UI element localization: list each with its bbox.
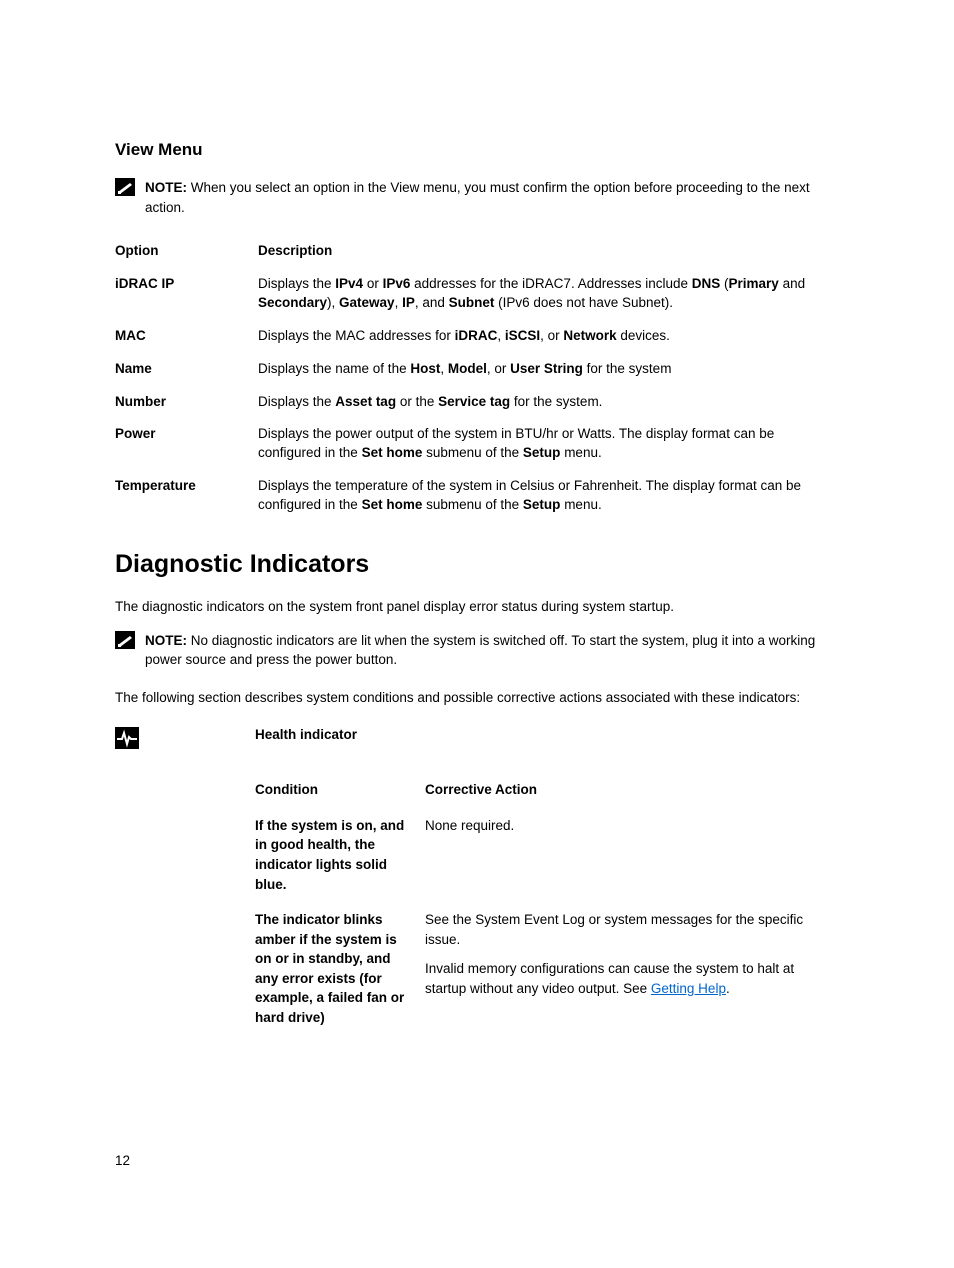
action-paragraph: None required. xyxy=(425,816,829,836)
condition-cell: If the system is on, and in good health,… xyxy=(255,808,425,902)
option-cell: Number xyxy=(115,386,258,419)
table-header-description: Description xyxy=(258,235,839,268)
description-cell: Displays the IPv4 or IPv6 addresses for … xyxy=(258,268,839,320)
table-row: iDRAC IPDisplays the IPv4 or IPv6 addres… xyxy=(115,268,839,320)
condition-table: Condition Corrective Action If the syste… xyxy=(255,772,839,1035)
diag-intro-paragraph: The diagnostic indicators on the system … xyxy=(115,597,839,617)
view-menu-table: Option Description iDRAC IPDisplays the … xyxy=(115,235,839,522)
table-row: NumberDisplays the Asset tag or the Serv… xyxy=(115,386,839,419)
section-title-diagnostic: Diagnostic Indicators xyxy=(115,550,839,579)
note-block: NOTE: When you select an option in the V… xyxy=(115,178,839,217)
health-indicator-title: Health indicator xyxy=(255,727,839,742)
table-row: MACDisplays the MAC addresses for iDRAC,… xyxy=(115,320,839,353)
description-cell: Displays the MAC addresses for iDRAC, iS… xyxy=(258,320,839,353)
option-cell: MAC xyxy=(115,320,258,353)
table-header-condition: Condition xyxy=(255,772,425,808)
description-cell: Displays the temperature of the system i… xyxy=(258,470,839,522)
note-text: NOTE: No diagnostic indicators are lit w… xyxy=(145,631,839,670)
table-header-option: Option xyxy=(115,235,258,268)
option-cell: Power xyxy=(115,418,258,470)
action-cell: See the System Event Log or system messa… xyxy=(425,902,839,1035)
action-paragraph: Invalid memory configurations can cause … xyxy=(425,959,829,998)
condition-cell: The indicator blinks amber if the system… xyxy=(255,902,425,1035)
option-cell: Temperature xyxy=(115,470,258,522)
option-cell: Name xyxy=(115,353,258,386)
note-body: When you select an option in the View me… xyxy=(145,180,810,215)
option-cell: iDRAC IP xyxy=(115,268,258,320)
description-cell: Displays the power output of the system … xyxy=(258,418,839,470)
table-header-action: Corrective Action xyxy=(425,772,839,808)
link-getting-help[interactable]: Getting Help xyxy=(651,981,726,996)
document-page: View Menu NOTE: When you select an optio… xyxy=(0,0,954,1268)
note-body: No diagnostic indicators are lit when th… xyxy=(145,633,815,668)
table-row: NameDisplays the name of the Host, Model… xyxy=(115,353,839,386)
note-label: NOTE: xyxy=(145,180,187,195)
note-icon xyxy=(115,631,135,649)
description-cell: Displays the Asset tag or the Service ta… xyxy=(258,386,839,419)
table-row: The indicator blinks amber if the system… xyxy=(255,902,839,1035)
description-cell: Displays the name of the Host, Model, or… xyxy=(258,353,839,386)
section-title-view-menu: View Menu xyxy=(115,140,839,160)
note-block: NOTE: No diagnostic indicators are lit w… xyxy=(115,631,839,670)
health-indicator-icon xyxy=(115,727,139,749)
note-text: NOTE: When you select an option in the V… xyxy=(145,178,839,217)
page-number: 12 xyxy=(115,1153,130,1168)
note-icon xyxy=(115,178,135,196)
health-indicator-section: Health indicator Condition Corrective Ac… xyxy=(115,727,839,1035)
action-cell: None required. xyxy=(425,808,839,902)
table-row: If the system is on, and in good health,… xyxy=(255,808,839,902)
action-paragraph: See the System Event Log or system messa… xyxy=(425,910,829,949)
note-label: NOTE: xyxy=(145,633,187,648)
table-row: PowerDisplays the power output of the sy… xyxy=(115,418,839,470)
table-row: TemperatureDisplays the temperature of t… xyxy=(115,470,839,522)
diag-following-paragraph: The following section describes system c… xyxy=(115,688,839,708)
